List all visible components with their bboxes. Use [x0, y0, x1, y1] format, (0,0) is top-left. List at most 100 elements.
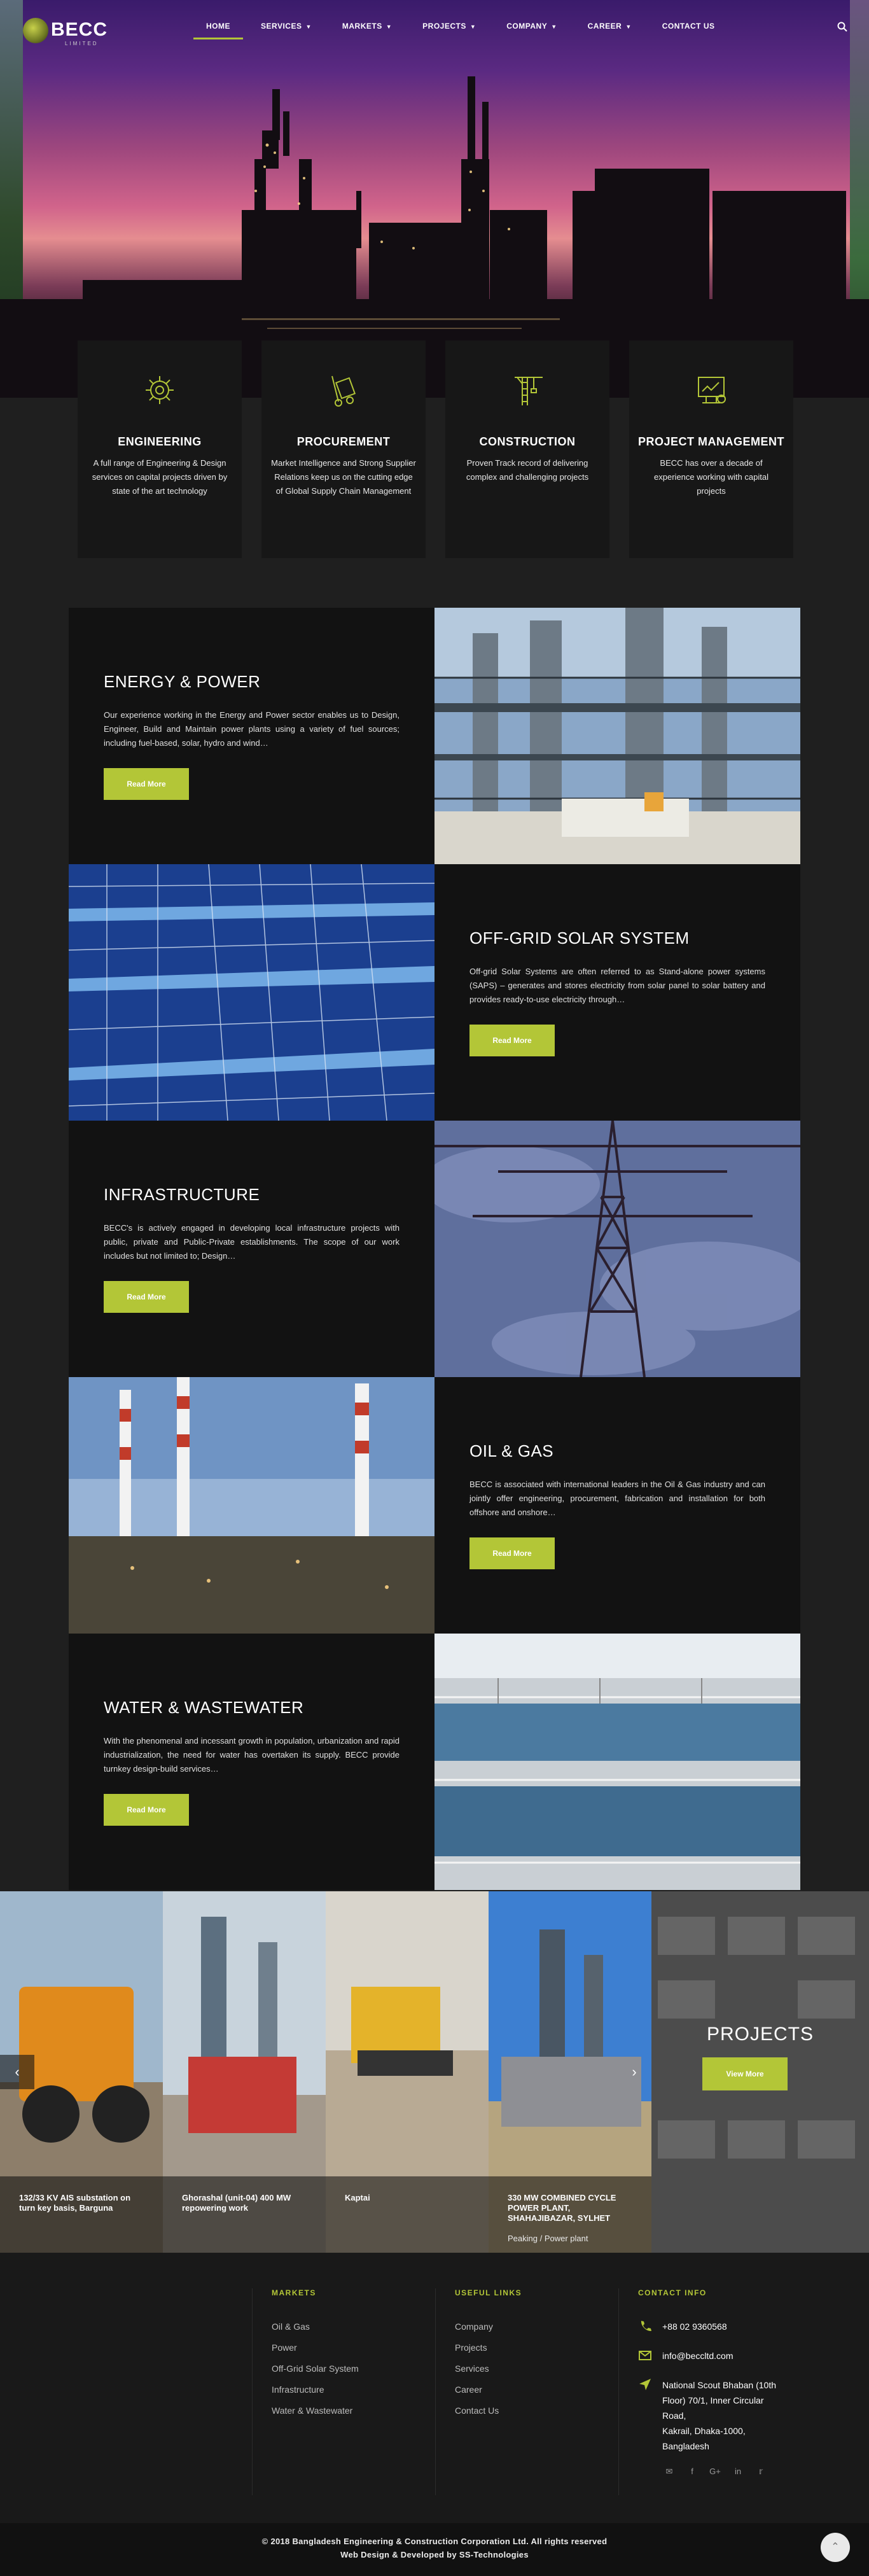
- project-slide[interactable]: Ghorashal (unit-04) 400 MW repowering wo…: [163, 1891, 326, 2253]
- construction-icon: [515, 377, 543, 405]
- address-line: National Scout Bhaban (10th: [662, 2380, 777, 2390]
- footer-link[interactable]: Projects: [455, 2337, 618, 2358]
- read-more-button[interactable]: Read More: [469, 1537, 555, 1569]
- main-menu: HOME SERVICES ▼ MARKETS ▼ PROJECTS ▼ COMPAN…: [191, 22, 730, 45]
- footer-contact: CONTACT INFO +88 02 9360568 info@beccltd…: [618, 2288, 809, 2495]
- becc-logo[interactable]: BECC LIMITED: [23, 18, 112, 48]
- project-title: 132/33 KV AIS substation on turn key bas…: [19, 2193, 131, 2213]
- nav-projects[interactable]: PROJECTS ▼: [407, 22, 491, 45]
- service-title: PROCUREMENT: [296, 435, 391, 448]
- market-text: WATER & WASTEWATER With the phenomenal a…: [69, 1634, 434, 1890]
- nav-career-label: CAREER: [587, 22, 622, 31]
- footer-useful-links: USEFUL LINKS Company Projects Services C…: [435, 2288, 618, 2495]
- service-card-project-management[interactable]: PROJECT MANAGEMENT BECC has over a decad…: [629, 340, 793, 558]
- nav-services[interactable]: SERVICES ▼: [246, 22, 327, 45]
- nav-home[interactable]: HOME: [191, 22, 246, 45]
- service-card-procurement[interactable]: PROCUREMENT Market Intelligence and Stro…: [261, 340, 426, 558]
- market-title: WATER & WASTEWATER: [104, 1698, 304, 1717]
- projects-carousel: 132/33 KV AIS substation on turn key bas…: [0, 1891, 869, 2253]
- nav-company[interactable]: COMPANY ▼: [491, 22, 572, 45]
- market-description: Off-grid Solar Systems are often referre…: [469, 967, 765, 1004]
- nav-company-label: COMPANY: [506, 22, 548, 31]
- footer-useful-links-list: Company Projects Services Career Contact…: [436, 2316, 618, 2421]
- read-more-button[interactable]: Read More: [469, 1025, 555, 1056]
- facebook-icon[interactable]: f: [686, 2467, 698, 2478]
- nav-projects-label: PROJECTS: [422, 22, 466, 31]
- footer-markets: MARKETS Oil & Gas Power Off-Grid Solar S…: [252, 2288, 435, 2495]
- service-text: BECC has over a decade of experience wor…: [654, 458, 768, 496]
- power-plant-image: [434, 608, 800, 864]
- footer-heading: USEFUL LINKS: [455, 2288, 522, 2297]
- carousel-prev-button[interactable]: ‹: [0, 2055, 34, 2089]
- chevron-up-icon: ⌃: [831, 2542, 840, 2552]
- service-title: PROJECT MANAGEMENT: [637, 435, 784, 448]
- nav-services-label: SERVICES: [261, 22, 302, 31]
- market-text: INFRASTRUCTURE BECC's is actively engage…: [69, 1121, 434, 1377]
- chevron-down-icon: ▼: [305, 24, 312, 30]
- project-caption: 330 MW COMBINED CYCLE POWER PLANT, SHAHA…: [489, 2176, 651, 2253]
- refinery-image: [69, 1377, 434, 1634]
- scroll-to-top-button[interactable]: ⌃: [821, 2533, 850, 2562]
- read-more-button[interactable]: Read More: [104, 1281, 189, 1313]
- contact-phone[interactable]: +88 02 9360568: [619, 2319, 809, 2334]
- footer-link[interactable]: Power: [272, 2337, 435, 2358]
- project-caption: Ghorashal (unit-04) 400 MW repowering wo…: [163, 2176, 326, 2253]
- market-text: OIL & GAS BECC is associated with intern…: [434, 1377, 800, 1634]
- location-arrow-icon: [639, 2379, 651, 2390]
- google-plus-icon[interactable]: G+: [709, 2467, 721, 2478]
- solar-panels-image: [69, 864, 434, 1121]
- service-text: A full range of Engineering & Design ser…: [92, 458, 228, 496]
- nav-contact-label: CONTACT US: [662, 22, 715, 31]
- view-more-button[interactable]: View More: [702, 2057, 788, 2090]
- logo-tagline: LIMITED: [65, 41, 99, 46]
- nav-career[interactable]: CAREER ▼: [573, 22, 647, 45]
- search-icon[interactable]: [837, 22, 847, 32]
- power-plant-silhouette: [0, 76, 869, 398]
- service-title: ENGINEERING: [118, 435, 202, 448]
- footer-link[interactable]: Company: [455, 2316, 618, 2337]
- footer-link[interactable]: Oil & Gas: [272, 2316, 435, 2337]
- project-slide[interactable]: Kaptai: [326, 1891, 489, 2253]
- read-more-button[interactable]: Read More: [104, 1794, 189, 1826]
- footer-link[interactable]: Off-Grid Solar System: [272, 2358, 435, 2379]
- service-text: Market Intelligence and Strong Supplier …: [271, 458, 416, 496]
- phone-icon: [641, 2321, 651, 2332]
- service-card-construction[interactable]: CONSTRUCTION Proven Track record of deli…: [445, 340, 609, 558]
- linkedin-icon[interactable]: in: [732, 2467, 744, 2478]
- service-title: CONSTRUCTION: [479, 435, 576, 448]
- footer-link[interactable]: Services: [455, 2358, 618, 2379]
- market-description: BECC's is actively engaged in developing…: [104, 1223, 400, 1261]
- footer-link[interactable]: Infrastructure: [272, 2379, 435, 2400]
- address-line: Road,: [662, 2411, 686, 2421]
- read-more-button[interactable]: Read More: [104, 768, 189, 800]
- market-row-solar: OFF-GRID SOLAR SYSTEM Off-grid Solar Sys…: [69, 864, 800, 1121]
- contact-email[interactable]: info@beccltd.com: [619, 2348, 809, 2363]
- nav-contact-us[interactable]: CONTACT US: [647, 22, 730, 45]
- footer-heading: CONTACT INFO: [638, 2288, 707, 2297]
- copyright-text: © 2018 Bangladesh Engineering & Construc…: [261, 2537, 608, 2546]
- chevron-left-icon: ‹: [15, 2064, 20, 2080]
- market-row-infrastructure: INFRASTRUCTURE BECC's is actively engage…: [69, 1121, 800, 1377]
- market-row-energy: ENERGY & POWER Our experience working in…: [69, 608, 800, 864]
- contact-phone-text: +88 02 9360568: [662, 2321, 727, 2332]
- market-description: With the phenomenal and incessant growth…: [104, 1736, 400, 1774]
- email-icon[interactable]: ✉: [664, 2467, 675, 2478]
- project-tags: Peaking / Power plant: [508, 2234, 588, 2243]
- developer-credit[interactable]: Web Design & Developed by SS-Technologie…: [0, 2548, 869, 2561]
- twitter-icon[interactable]: 𝕣: [755, 2467, 767, 2478]
- nav-markets[interactable]: MARKETS ▼: [327, 22, 407, 45]
- footer-link[interactable]: Contact Us: [455, 2400, 618, 2421]
- site-footer: MARKETS Oil & Gas Power Off-Grid Solar S…: [0, 2253, 869, 2523]
- engineering-icon: [146, 376, 174, 404]
- market-title: INFRASTRUCTURE: [104, 1185, 260, 1204]
- contact-email-text: info@beccltd.com: [662, 2351, 733, 2361]
- address-line: Kakrail, Dhaka-1000,: [662, 2426, 746, 2436]
- project-caption: Kaptai: [326, 2176, 489, 2253]
- hero-banner: BECC LIMITED HOME SERVICES ▼ MARKETS ▼ PRO…: [0, 0, 869, 398]
- footer-link[interactable]: Career: [455, 2379, 618, 2400]
- nav-home-label: HOME: [206, 22, 230, 31]
- project-title: Kaptai: [345, 2193, 370, 2202]
- carousel-next-button[interactable]: ›: [617, 2055, 651, 2089]
- service-card-engineering[interactable]: ENGINEERING A full range of Engineering …: [78, 340, 242, 558]
- footer-link[interactable]: Water & Wastewater: [272, 2400, 435, 2421]
